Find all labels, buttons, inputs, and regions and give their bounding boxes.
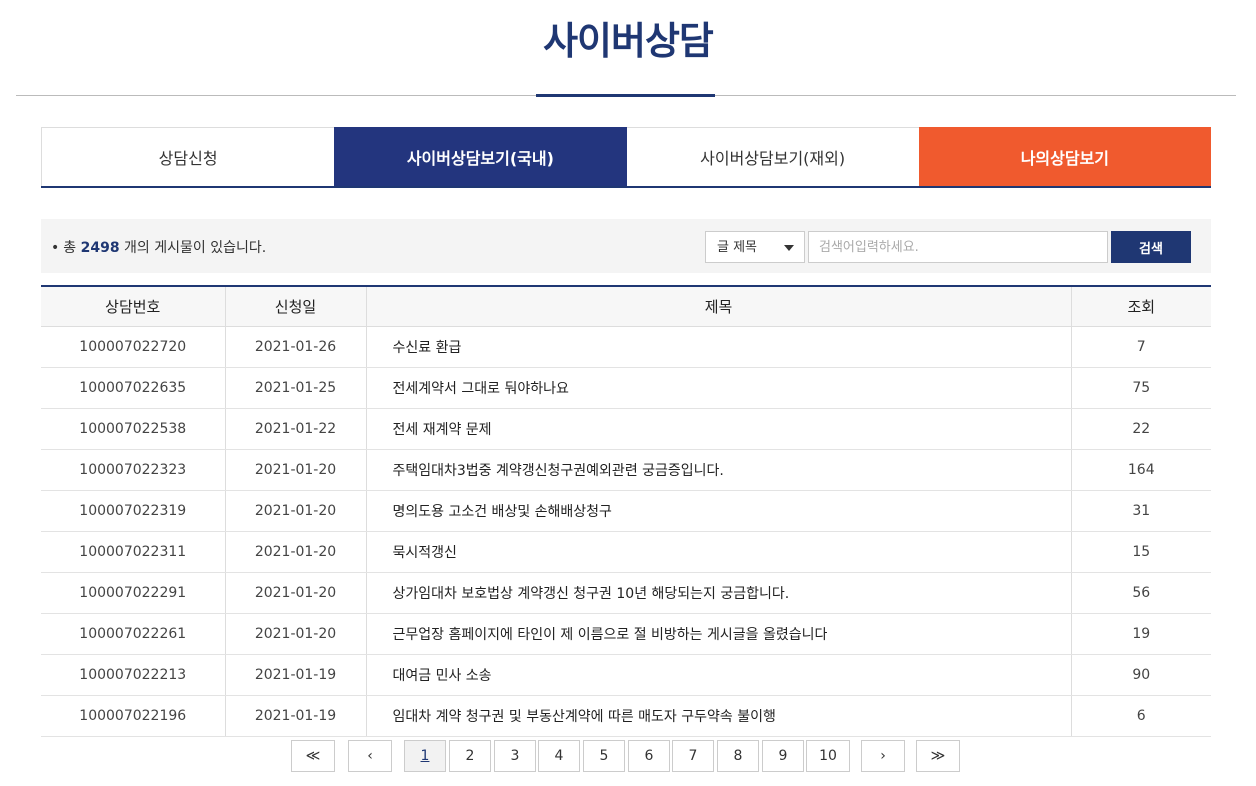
cell-consult-number: 100007022213 — [41, 654, 225, 696]
cell-views: 22 — [1070, 408, 1211, 450]
table-row: 100007022213 2021-01-19 대여금 민사 소송 90 — [41, 654, 1211, 696]
cell-subject-link[interactable]: 묵시적갱신 — [365, 531, 1071, 573]
prev-page-button[interactable]: ‹ — [348, 740, 392, 772]
page-button[interactable]: 7 — [672, 740, 714, 772]
cell-apply-date: 2021-01-20 — [224, 572, 366, 614]
chevron-down-icon — [784, 245, 794, 251]
pagination: ≪ ‹ 1 2 3 4 5 6 7 8 9 10 › ≫ — [0, 740, 1256, 774]
table-header-row: 상담번호 신청일 제목 조회 — [41, 286, 1211, 327]
table-row: 100007022720 2021-01-26 수신료 환급 7 — [41, 326, 1211, 368]
cell-views: 19 — [1070, 613, 1211, 655]
cell-views: 90 — [1070, 654, 1211, 696]
page-button[interactable]: 6 — [628, 740, 670, 772]
cell-subject-link[interactable]: 명의도용 고소건 배상및 손해배상청구 — [365, 490, 1071, 532]
cell-apply-date: 2021-01-20 — [224, 449, 366, 491]
cell-views: 164 — [1070, 449, 1211, 491]
page-button[interactable]: 9 — [762, 740, 804, 772]
page-button[interactable]: 10 — [806, 740, 850, 772]
cell-consult-number: 100007022720 — [41, 326, 225, 368]
cell-consult-number: 100007022538 — [41, 408, 225, 450]
cell-apply-date: 2021-01-25 — [224, 367, 366, 409]
page-button-current[interactable]: 1 — [404, 740, 446, 772]
count-value: 2498 — [80, 240, 120, 256]
search-field-select[interactable]: 글 제목 — [705, 231, 805, 263]
tab-cyber-consult-overseas[interactable]: 사이버상담보기(재외) — [626, 127, 919, 186]
cell-subject-link[interactable]: 전세계약서 그대로 둬야하나요 — [365, 367, 1071, 409]
table-row: 100007022538 2021-01-22 전세 재계약 문제 22 — [41, 408, 1211, 450]
page-button[interactable]: 5 — [583, 740, 625, 772]
cell-consult-number: 100007022323 — [41, 449, 225, 491]
header-views: 조회 — [1070, 286, 1211, 327]
post-count: • 총 2498 개의 게시물이 있습니다. — [51, 237, 266, 257]
cell-apply-date: 2021-01-20 — [224, 531, 366, 573]
cell-subject-link[interactable]: 수신료 환급 — [365, 326, 1071, 368]
table-row: 100007022323 2021-01-20 주택임대차3법중 계약갱신청구권… — [41, 449, 1211, 491]
search-bar: • 총 2498 개의 게시물이 있습니다. 글 제목 검색 — [41, 219, 1211, 273]
next-page-button[interactable]: › — [861, 740, 905, 772]
tab-my-consult[interactable]: 나의상담보기 — [918, 127, 1211, 186]
tab-consult-apply[interactable]: 상담신청 — [41, 127, 335, 186]
cell-subject-link[interactable]: 근무업장 홈페이지에 타인이 제 이름으로 절 비방하는 게시글을 올렸습니다 — [365, 613, 1071, 655]
search-button[interactable]: 검색 — [1111, 231, 1191, 263]
bullet-icon: • — [51, 240, 60, 256]
cell-apply-date: 2021-01-19 — [224, 654, 366, 696]
page-button[interactable]: 4 — [538, 740, 580, 772]
tab-bar: 상담신청 사이버상담보기(국내) 사이버상담보기(재외) 나의상담보기 — [41, 127, 1211, 188]
count-suffix: 개의 게시물이 있습니다. — [124, 240, 267, 256]
consult-table: 상담번호 신청일 제목 조회 100007022720 2021-01-26 수… — [41, 285, 1211, 737]
cell-views: 6 — [1070, 695, 1211, 737]
cell-apply-date: 2021-01-22 — [224, 408, 366, 450]
search-input[interactable] — [808, 231, 1108, 263]
cell-views: 56 — [1070, 572, 1211, 614]
header-apply-date: 신청일 — [224, 286, 366, 327]
title-accent-bar — [536, 94, 715, 97]
header-subject: 제목 — [365, 286, 1071, 327]
first-page-button[interactable]: ≪ — [291, 740, 335, 772]
cell-consult-number: 100007022261 — [41, 613, 225, 655]
table-row: 100007022291 2021-01-20 상가임대차 보호법상 계약갱신 … — [41, 572, 1211, 614]
cell-subject-link[interactable]: 대여금 민사 소송 — [365, 654, 1071, 696]
cell-apply-date: 2021-01-26 — [224, 326, 366, 368]
header-consult-number: 상담번호 — [41, 286, 225, 327]
cell-subject-link[interactable]: 전세 재계약 문제 — [365, 408, 1071, 450]
cell-apply-date: 2021-01-20 — [224, 490, 366, 532]
cell-consult-number: 100007022319 — [41, 490, 225, 532]
page-button[interactable]: 2 — [449, 740, 491, 772]
table-row: 100007022261 2021-01-20 근무업장 홈페이지에 타인이 제… — [41, 613, 1211, 655]
last-page-button[interactable]: ≫ — [916, 740, 960, 772]
table-row: 100007022319 2021-01-20 명의도용 고소건 배상및 손해배… — [41, 490, 1211, 532]
search-field-select-value: 글 제목 — [717, 240, 758, 255]
cell-consult-number: 100007022311 — [41, 531, 225, 573]
page-button[interactable]: 3 — [494, 740, 536, 772]
cell-subject-link[interactable]: 주택임대차3법중 계약갱신청구권예외관련 궁금증입니다. — [365, 449, 1071, 491]
cell-consult-number: 100007022196 — [41, 695, 225, 737]
page-title: 사이버상담 — [543, 19, 714, 63]
cell-consult-number: 100007022291 — [41, 572, 225, 614]
count-prefix: 총 — [63, 240, 77, 256]
cell-views: 15 — [1070, 531, 1211, 573]
cell-views: 31 — [1070, 490, 1211, 532]
cell-subject-link[interactable]: 임대차 계약 청구권 및 부동산계약에 따른 매도자 구두약속 불이행 — [365, 695, 1071, 737]
table-row: 100007022311 2021-01-20 묵시적갱신 15 — [41, 531, 1211, 573]
cell-consult-number: 100007022635 — [41, 367, 225, 409]
cell-views: 7 — [1070, 326, 1211, 368]
table-row: 100007022635 2021-01-25 전세계약서 그대로 둬야하나요 … — [41, 367, 1211, 409]
page-button[interactable]: 8 — [717, 740, 759, 772]
table-row: 100007022196 2021-01-19 임대차 계약 청구권 및 부동산… — [41, 695, 1211, 737]
cell-views: 75 — [1070, 367, 1211, 409]
cell-subject-link[interactable]: 상가임대차 보호법상 계약갱신 청구권 10년 해당되는지 궁금합니다. — [365, 572, 1071, 614]
tab-cyber-consult-domestic[interactable]: 사이버상담보기(국내) — [334, 127, 627, 186]
cell-apply-date: 2021-01-20 — [224, 613, 366, 655]
cell-apply-date: 2021-01-19 — [224, 695, 366, 737]
